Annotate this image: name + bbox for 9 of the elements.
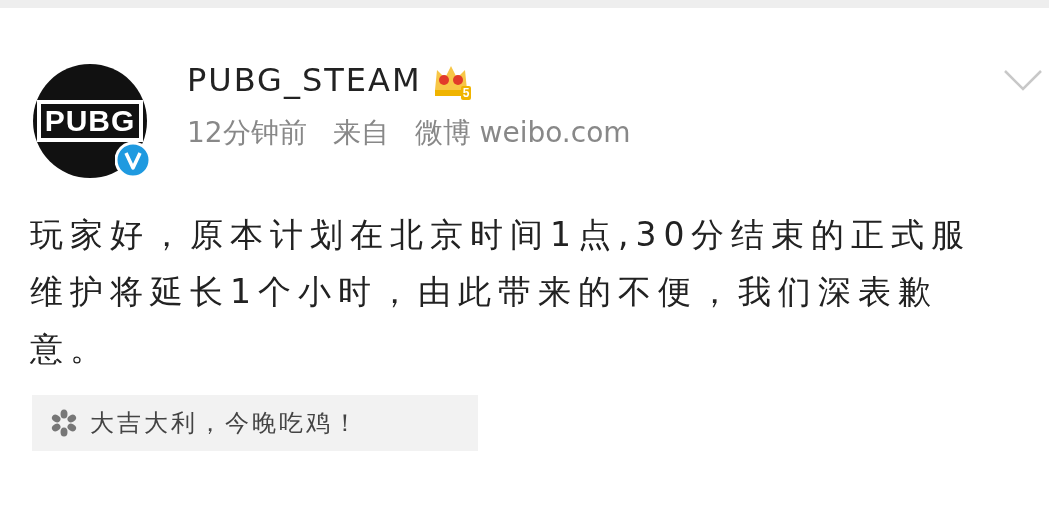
source-link[interactable]: 微博 weibo.com [414,114,631,152]
post-text: 玩家好，原本计划在北京时间1点,30分结束的正式服维护将延长1个小时，由此带来的不便，我们深表歉意。 [29,214,973,370]
flower-icon [50,409,78,437]
username[interactable]: PUBG_STEAM [187,61,422,99]
source-label: 来自 [332,115,389,151]
topic-tag[interactable]: 大吉大利，今晚吃鸡！ [32,395,478,451]
post-time: 12分钟前 [187,115,307,151]
chevron-down-icon[interactable] [1003,68,1043,92]
avatar-logo-text: PUBG [36,100,144,142]
